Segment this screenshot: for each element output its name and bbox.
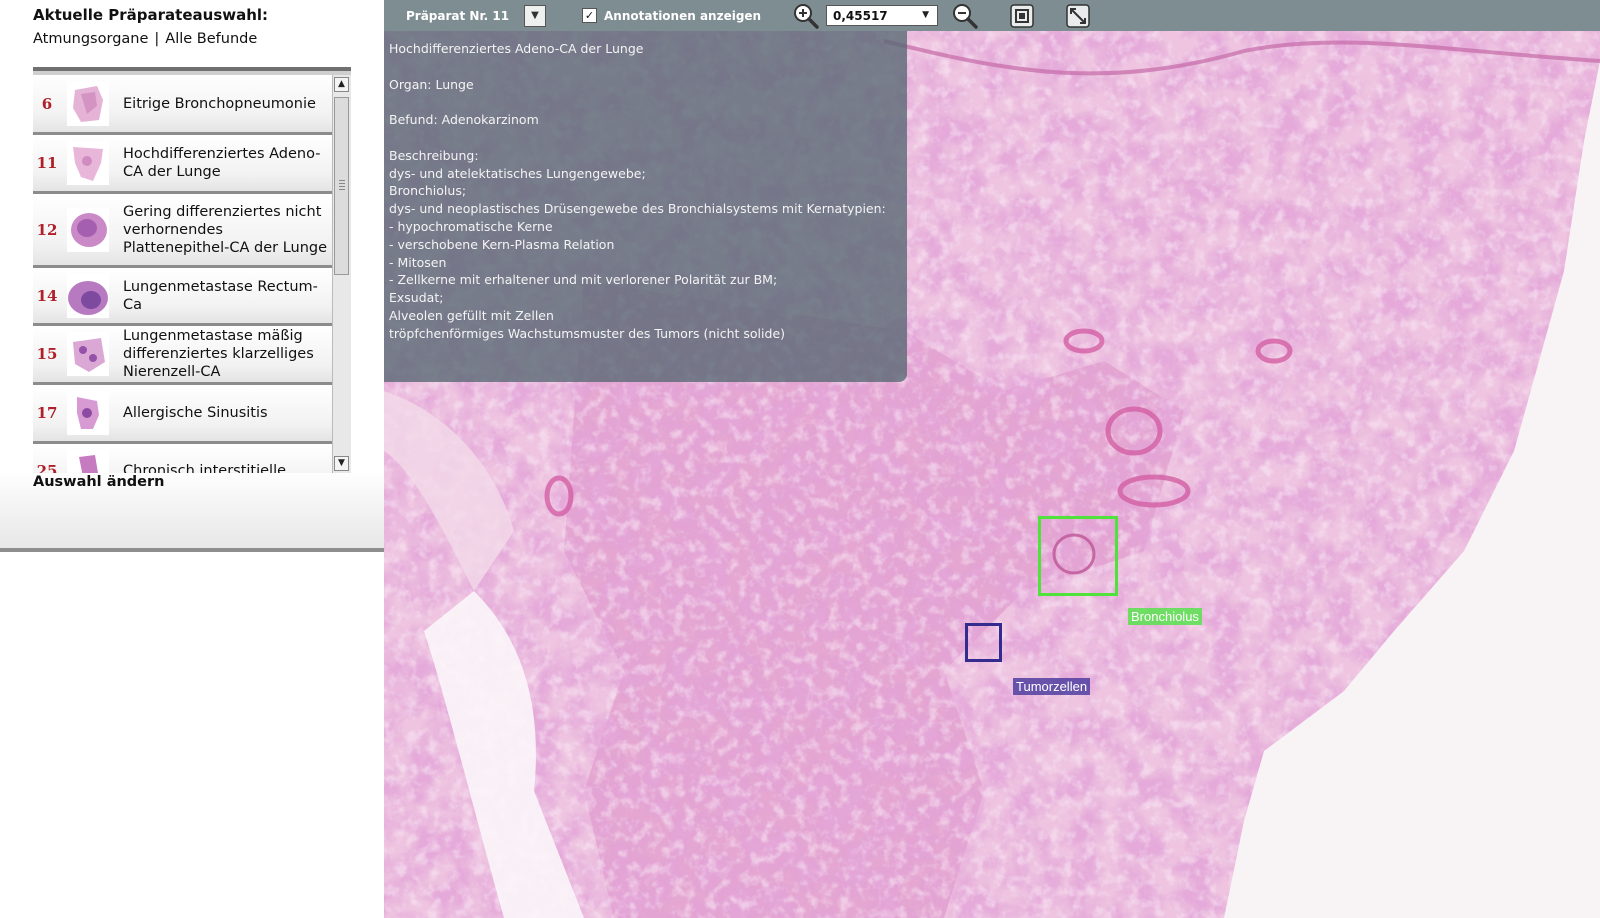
slide-thumbnail xyxy=(67,81,109,126)
slide-thumbnail xyxy=(67,448,109,473)
slide-label: Lungenmetastase Rectum-Ca xyxy=(123,278,318,313)
fullscreen-icon xyxy=(1066,3,1090,28)
annotation-bronchiolus-label[interactable]: Bronchiolus xyxy=(1128,608,1202,625)
viewer-toolbar: Präparat Nr. 11 ▼ ✓ Annotationen anzeige… xyxy=(384,0,1600,31)
slide-list-item[interactable]: 11 Hochdifferenziertes Adeno-CA der Lung… xyxy=(33,135,332,194)
description-line: Beschreibung: xyxy=(389,147,479,163)
show-annotations-label: Annotationen anzeigen xyxy=(604,8,762,23)
selection-title: Aktuelle Präparateauswahl: xyxy=(33,6,269,24)
annotation-tumor-box[interactable] xyxy=(965,623,1002,662)
annotation-tumor-label[interactable]: Tumorzellen xyxy=(1013,678,1091,695)
slide-number: 11 xyxy=(36,154,58,172)
slide-number: 17 xyxy=(36,404,58,422)
slide-list-item[interactable]: 17 Allergische Sinusitis xyxy=(33,385,332,444)
description-line xyxy=(389,93,902,111)
description-line: - Zellkerne mit erhaltener und mit verlo… xyxy=(389,272,778,288)
slide-number: 14 xyxy=(36,286,58,305)
slide-number: 15 xyxy=(36,345,58,363)
description-line: Alveolen gefüllt mit Zellen xyxy=(389,307,554,323)
scrollbar-thumb[interactable] xyxy=(334,97,349,275)
fit-screen-icon xyxy=(1010,3,1034,28)
zoom-out-button[interactable] xyxy=(952,0,978,31)
slide-thumbnail xyxy=(67,207,109,252)
zoom-level-select[interactable]: 0,45517 ▼ xyxy=(826,0,938,31)
slide-selection-panel: Aktuelle Präparateauswahl: Atmungsorgane… xyxy=(0,0,384,552)
zoom-in-icon xyxy=(794,3,819,29)
description-line: Organ: Lunge xyxy=(389,76,474,92)
fit-screen-button[interactable] xyxy=(1010,0,1034,31)
slide-list-item[interactable]: 25 Chronisch interstitielle xyxy=(33,444,332,473)
slide-title: Präparat Nr. 11 xyxy=(406,8,510,23)
slide-label: Chronisch interstitielle xyxy=(123,462,287,474)
slide-list-item[interactable]: 15 Lungenmetastase mäßig differenziertes… xyxy=(33,326,332,385)
slide-list-item[interactable]: 14 Lungenmetastase Rectum-Ca xyxy=(33,268,332,326)
slide-thumbnail xyxy=(67,273,109,318)
description-line: Bronchiolus; xyxy=(389,183,467,199)
show-annotations-toggle[interactable]: ✓ Annotationen anzeigen xyxy=(582,0,761,31)
scroll-up-button[interactable]: ▲ xyxy=(334,77,349,92)
breadcrumb-separator: | xyxy=(154,31,160,47)
slide-label: Eitrige Bronchopneumonie xyxy=(123,95,316,112)
slide-label: Allergische Sinusitis xyxy=(123,405,268,421)
slide-thumbnail xyxy=(67,391,109,435)
slide-description-panel: Hochdifferenziertes Adeno-CA der Lunge O… xyxy=(384,31,907,382)
description-line xyxy=(389,129,902,147)
slide-viewer[interactable]: Hochdifferenziertes Adeno-CA der Lunge O… xyxy=(384,31,1600,918)
description-line: Befund: Adenokarzinom xyxy=(389,112,539,128)
breadcrumb-filter[interactable]: Alle Befunde xyxy=(165,31,257,47)
description-line: tröpfchenförmiges Wachstumsmuster des Tu… xyxy=(389,325,786,341)
slide-number: 6 xyxy=(41,94,53,113)
slide-list-item[interactable]: 6 Eitrige Bronchopneumonie xyxy=(33,75,332,135)
change-selection-link[interactable]: Auswahl ändern xyxy=(33,474,165,490)
chevron-down-icon: ▼ xyxy=(524,4,546,27)
scroll-down-button[interactable]: ▼ xyxy=(334,456,349,471)
slide-label: Hochdifferenziertes Adeno-CA der Lunge xyxy=(123,146,321,180)
slide-number: 12 xyxy=(36,220,58,239)
description-line: dys- und atelektatisches Lungengewebe; xyxy=(389,165,646,181)
slide-list-scrollbar[interactable]: ▲ ▼ xyxy=(332,75,351,473)
annotation-bronchiolus-box[interactable] xyxy=(1038,516,1118,596)
selection-breadcrumb: Atmungsorgane | Alle Befunde xyxy=(33,31,257,47)
description-line: - Mitosen xyxy=(389,254,447,270)
zoom-level-value: 0,45517 xyxy=(833,8,888,23)
show-annotations-checkbox[interactable]: ✓ xyxy=(582,8,597,23)
slide-label: Gering differenziertes nicht verhornende… xyxy=(123,203,328,256)
chevron-down-icon: ▼ xyxy=(922,10,929,20)
description-line: Hochdifferenziertes Adeno-CA der Lunge xyxy=(389,41,644,56)
description-line xyxy=(389,58,902,76)
description-line: dys- und neoplastisches Drüsengewebe des… xyxy=(389,201,886,217)
description-line: Exsudat; xyxy=(389,290,444,306)
zoom-out-icon xyxy=(953,3,978,29)
breadcrumb-organ[interactable]: Atmungsorgane xyxy=(33,31,148,47)
description-line: - hypochromatische Kerne xyxy=(389,218,553,234)
fullscreen-button[interactable] xyxy=(1066,0,1090,31)
slide-thumbnail xyxy=(67,141,109,185)
slide-dropdown-button[interactable]: ▼ xyxy=(524,0,546,31)
slide-thumbnail xyxy=(67,332,109,376)
description-line: - verschobene Kern-Plasma Relation xyxy=(389,236,615,252)
zoom-in-button[interactable] xyxy=(793,0,819,31)
slide-label: Lungenmetastase mäßig differenziertes kl… xyxy=(123,328,314,380)
slide-number: 25 xyxy=(36,461,58,474)
slide-list: 6 Eitrige Bronchopneumonie 11 Hochdiffer… xyxy=(33,67,351,473)
slide-list-item[interactable]: 12 Gering differenziertes nicht verhorne… xyxy=(33,194,332,268)
slide-list-items: 6 Eitrige Bronchopneumonie 11 Hochdiffer… xyxy=(33,75,332,473)
